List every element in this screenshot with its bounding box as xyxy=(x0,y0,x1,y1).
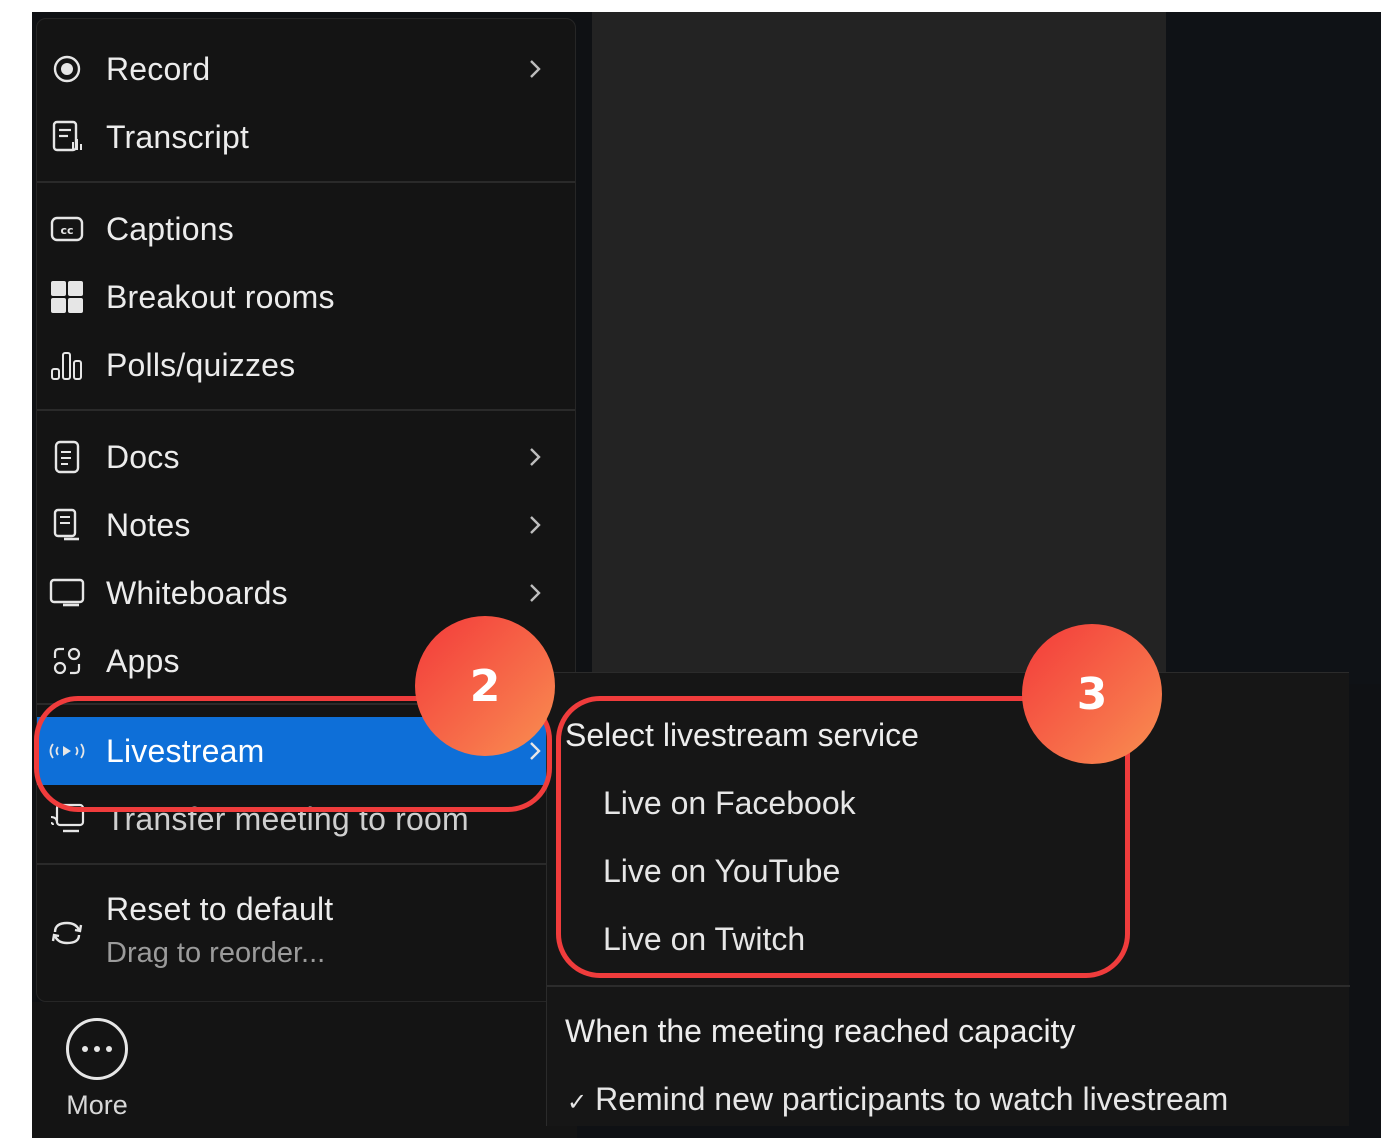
breakout-rooms-icon xyxy=(47,279,87,315)
menu-item-label: Whiteboards xyxy=(106,574,288,611)
transfer-icon xyxy=(47,801,87,837)
livestream-twitch-option[interactable]: Live on Twitch xyxy=(603,921,805,958)
docs-icon xyxy=(47,439,87,475)
menu-item-docs[interactable]: Docs xyxy=(37,427,575,487)
submenu-heading: Select livestream service xyxy=(565,717,919,753)
menu-item-label: Record xyxy=(106,50,211,87)
step-2-badge: 2 xyxy=(415,616,555,756)
captions-icon: cc xyxy=(47,211,87,247)
menu-item-record[interactable]: Record xyxy=(37,39,575,99)
menu-item-reset[interactable]: Reset to default Drag to reorder... xyxy=(37,881,575,981)
menu-item-label: Captions xyxy=(106,210,234,247)
menu-item-whiteboards[interactable]: Whiteboards xyxy=(37,563,575,623)
right-panel xyxy=(1166,12,1381,684)
chevron-right-icon xyxy=(523,54,547,84)
reset-sublabel: Drag to reorder... xyxy=(106,937,326,969)
more-button[interactable] xyxy=(66,1018,128,1080)
remind-participants-option[interactable]: ✓ Remind new participants to watch livest… xyxy=(567,1081,1228,1118)
livestream-icon xyxy=(47,733,87,769)
menu-item-label: Transcript xyxy=(106,118,250,155)
menu-item-label: Livestream xyxy=(106,732,265,769)
menu-divider xyxy=(37,863,575,865)
apps-icon xyxy=(47,643,87,679)
livestream-youtube-option[interactable]: Live on YouTube xyxy=(603,853,840,890)
menu-item-label: Docs xyxy=(106,438,180,475)
menu-item-label: Polls/quizzes xyxy=(106,346,296,383)
menu-divider xyxy=(37,181,575,183)
menu-item-label: Notes xyxy=(106,506,191,543)
record-icon xyxy=(47,51,87,87)
video-tile xyxy=(592,12,1166,684)
checkmark-icon: ✓ xyxy=(567,1088,588,1116)
more-icon xyxy=(82,1046,112,1052)
menu-divider xyxy=(37,409,575,411)
menu-item-label: Transfer meeting to room xyxy=(106,801,469,837)
reset-label: Reset to default xyxy=(106,891,334,927)
livestream-submenu: Select livestream service Live on Facebo… xyxy=(546,672,1350,1126)
polls-icon xyxy=(47,347,87,383)
menu-item-label: Breakout rooms xyxy=(106,278,335,315)
menu-item-transfer[interactable]: Transfer meeting to room xyxy=(37,791,575,843)
capacity-heading: When the meeting reached capacity xyxy=(565,1013,1076,1049)
reset-icon xyxy=(47,915,87,951)
step-3-badge: 3 xyxy=(1022,624,1162,764)
submenu-divider xyxy=(547,985,1350,987)
whiteboard-icon xyxy=(47,575,87,611)
more-label: More xyxy=(66,1090,128,1120)
more-menu: Record Transcript cc Captions Breakout r… xyxy=(36,18,576,1002)
chevron-right-icon xyxy=(523,442,547,472)
notes-icon xyxy=(47,507,87,543)
chevron-right-icon xyxy=(523,510,547,540)
menu-item-label: Apps xyxy=(106,642,180,679)
livestream-facebook-option[interactable]: Live on Facebook xyxy=(603,785,856,822)
chevron-right-icon xyxy=(523,578,547,608)
transcript-icon xyxy=(47,119,87,155)
menu-item-breakout-rooms[interactable]: Breakout rooms xyxy=(37,267,575,327)
menu-item-polls[interactable]: Polls/quizzes xyxy=(37,335,575,395)
svg-text:cc: cc xyxy=(60,224,73,237)
menu-item-captions[interactable]: cc Captions xyxy=(37,199,575,259)
remind-participants-label: Remind new participants to watch livestr… xyxy=(595,1081,1229,1117)
menu-item-transcript[interactable]: Transcript xyxy=(37,107,575,167)
menu-item-notes[interactable]: Notes xyxy=(37,495,575,555)
